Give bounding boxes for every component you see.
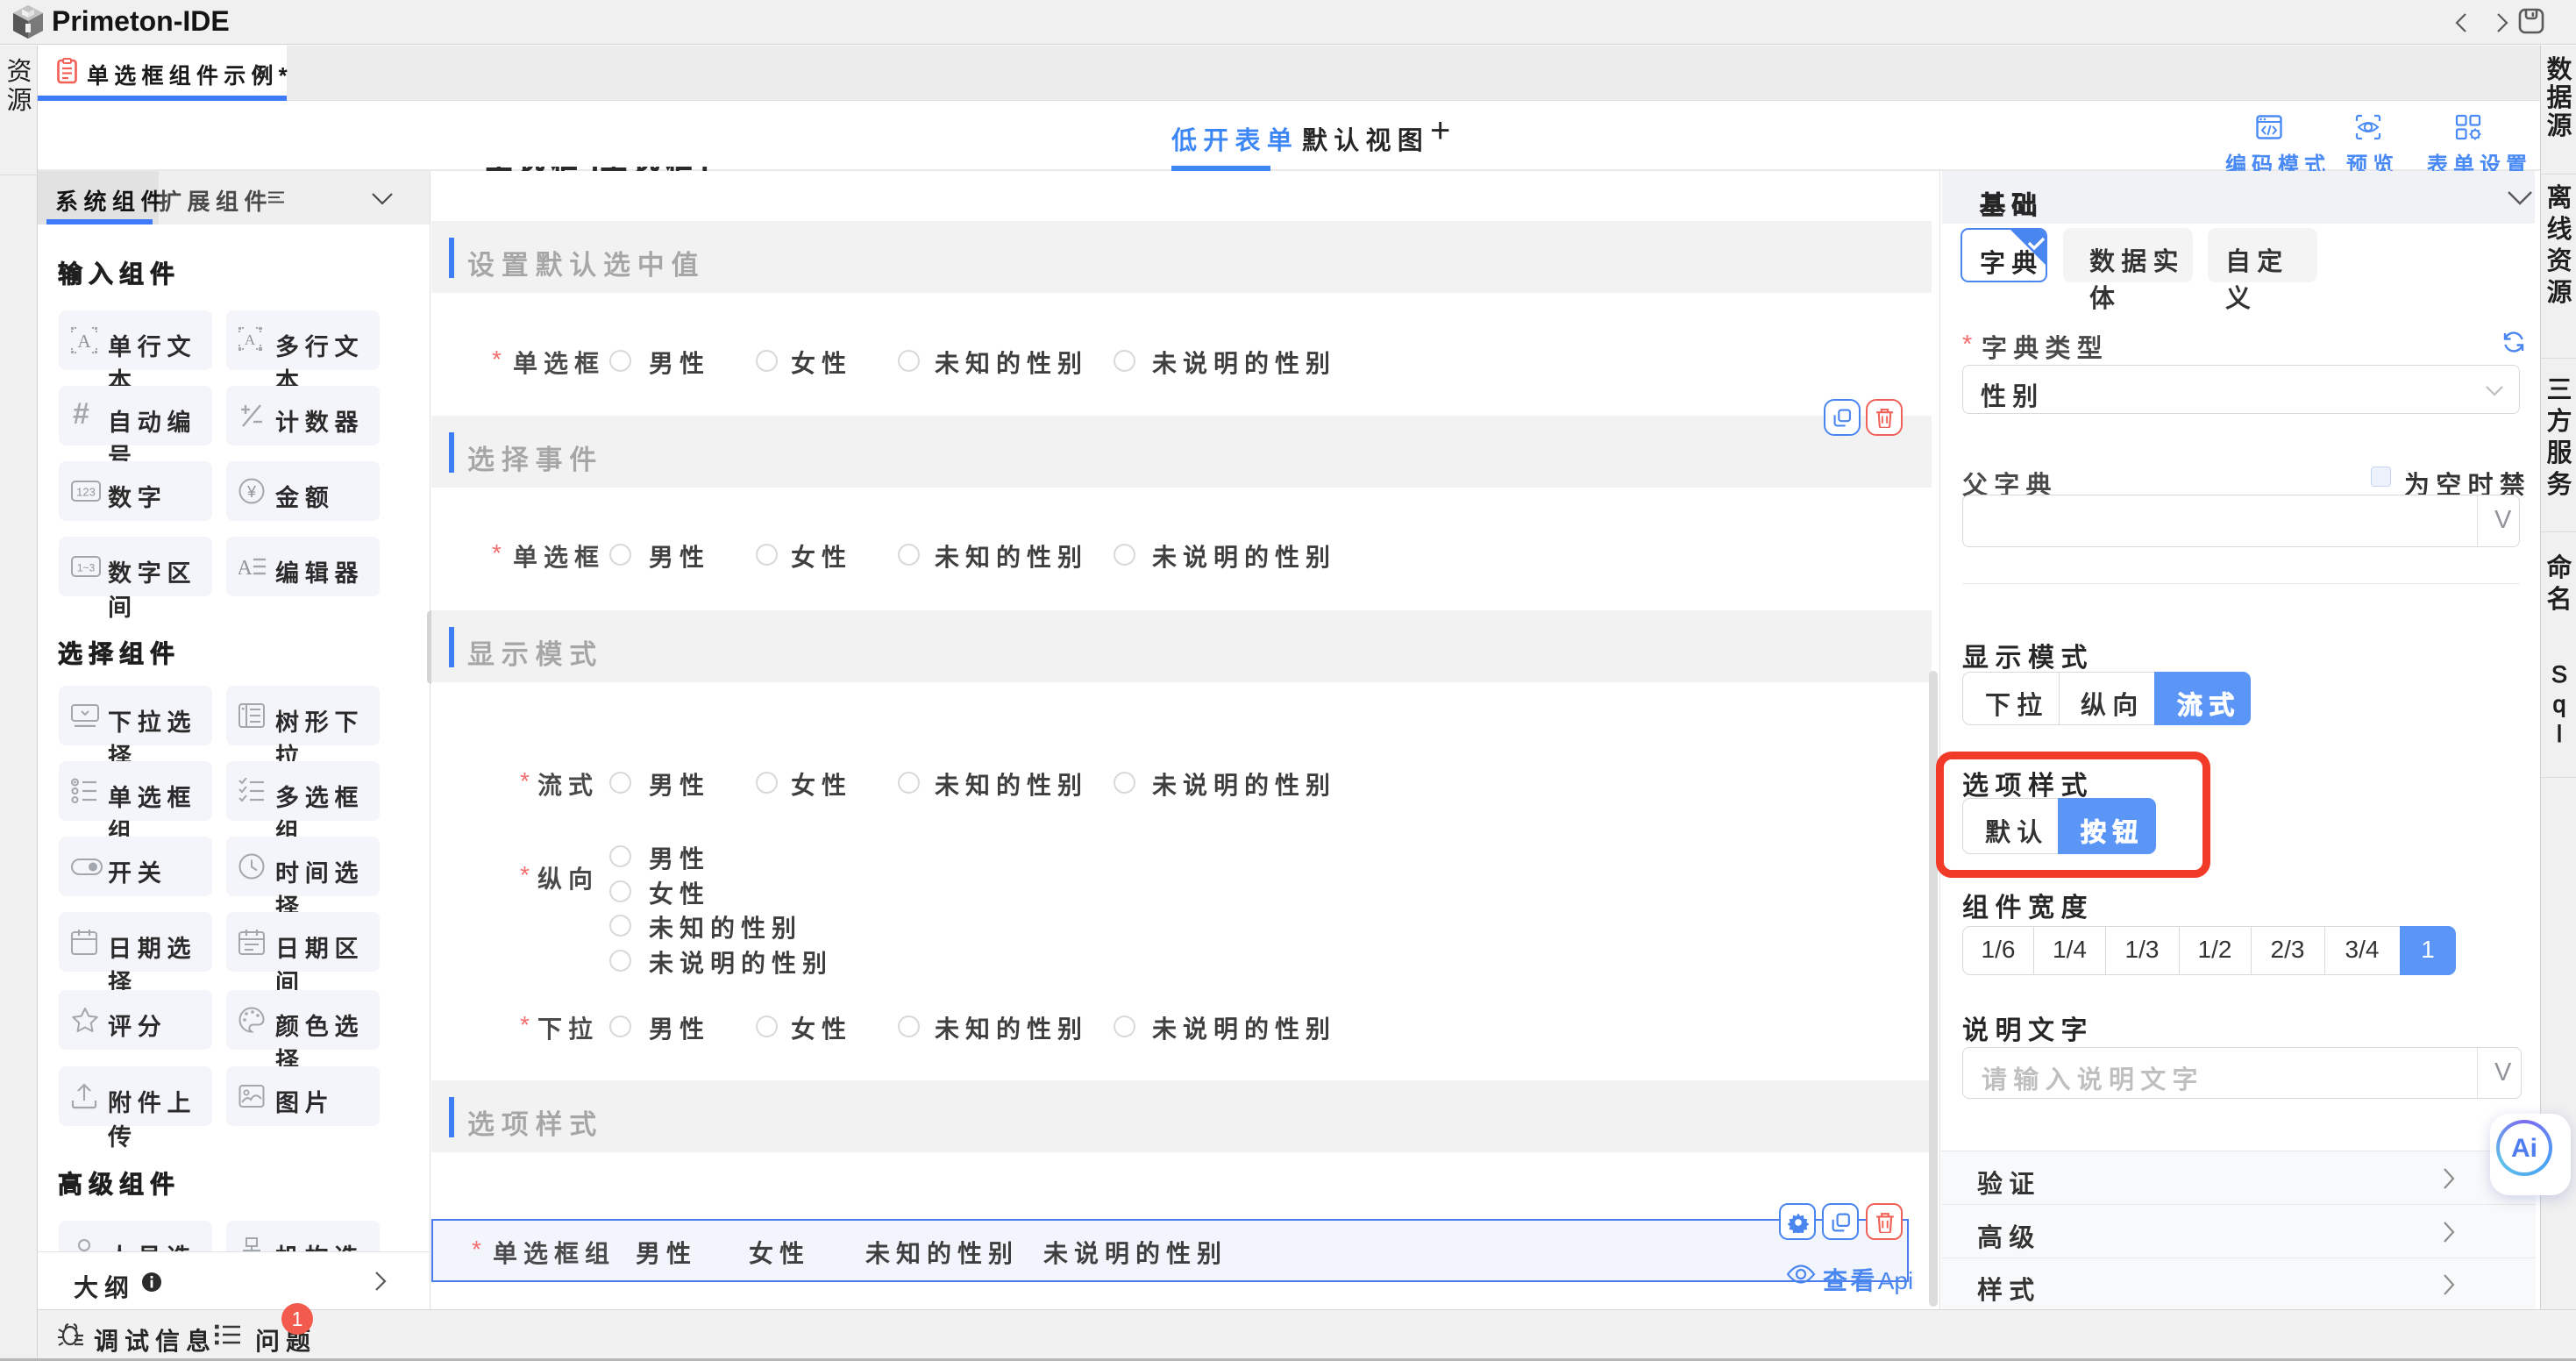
svg-text:A: A: [245, 331, 256, 348]
svg-text:123: 123: [76, 486, 96, 499]
svg-text:A: A: [77, 331, 91, 352]
svg-text:1~3: 1~3: [77, 562, 96, 574]
svg-text:¥: ¥: [246, 483, 257, 501]
svg-text:A: A: [238, 557, 253, 580]
